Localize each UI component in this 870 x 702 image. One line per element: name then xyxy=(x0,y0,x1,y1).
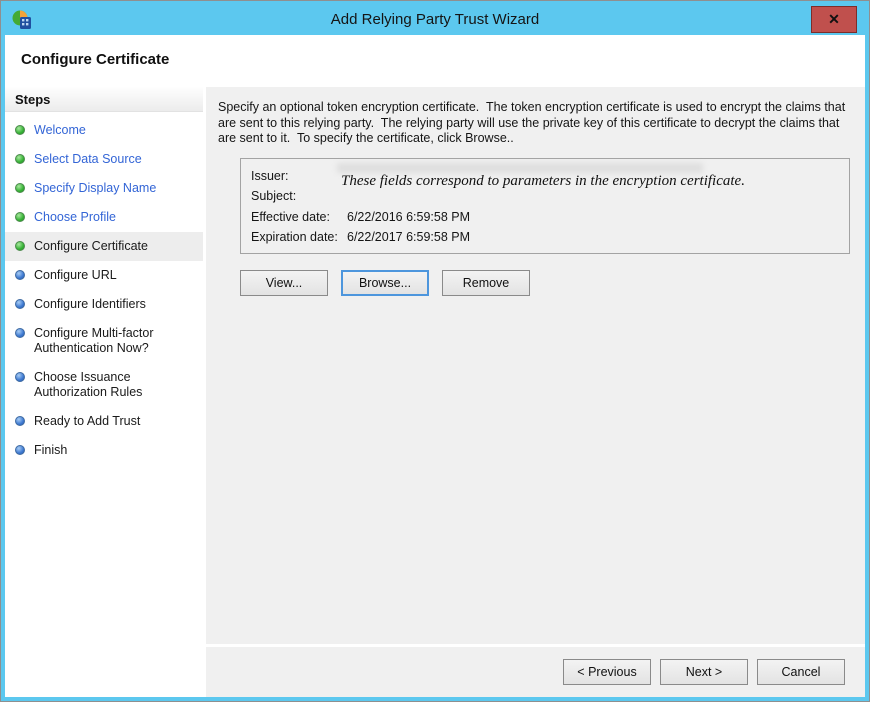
certificate-actions: View... Browse... Remove xyxy=(240,270,853,296)
page-header: Configure Certificate xyxy=(5,35,865,87)
steps-header: Steps xyxy=(5,87,203,112)
wizard-footer: < Previous Next > Cancel xyxy=(206,647,865,697)
window-title: Add Relying Party Trust Wizard xyxy=(5,11,865,28)
step-configure-url: Configure URL xyxy=(5,261,203,290)
view-button[interactable]: View... xyxy=(240,270,328,296)
step-finish: Finish xyxy=(5,436,203,465)
step-done-dot xyxy=(15,125,25,135)
step-done-dot xyxy=(15,183,25,193)
step-specify-display-name: Specify Display Name xyxy=(5,174,203,203)
step-todo-dot xyxy=(15,270,25,280)
cert-field-expiration-date: Expiration date: 6/22/2017 6:59:58 PM xyxy=(251,227,839,248)
certificate-details-box: Issuer: Subject: Effective date: 6/22/20… xyxy=(240,158,850,254)
step-select-data-source: Select Data Source xyxy=(5,145,203,174)
close-button[interactable]: ✕ xyxy=(811,6,857,33)
titlebar: Add Relying Party Trust Wizard ✕ xyxy=(5,5,865,35)
step-todo-dot xyxy=(15,328,25,338)
step-todo-dot xyxy=(15,299,25,309)
step-todo-dot xyxy=(15,416,25,426)
step-choose-issuance-rules: Choose Issuance Authorization Rules xyxy=(5,363,203,407)
handwritten-annotation: These fields correspond to parameters in… xyxy=(341,172,841,191)
step-configure-certificate: Configure Certificate xyxy=(5,232,203,261)
step-todo-dot xyxy=(15,445,25,455)
step-content-panel: Specify an optional token encryption cer… xyxy=(206,87,865,644)
browse-button[interactable]: Browse... xyxy=(341,270,429,296)
step-ready-to-add-trust: Ready to Add Trust xyxy=(5,407,203,436)
steps-list: Welcome Select Data Source Specify Displ… xyxy=(5,112,203,465)
step-description: Specify an optional token encryption cer… xyxy=(218,100,853,147)
step-choose-profile: Choose Profile xyxy=(5,203,203,232)
previous-button[interactable]: < Previous xyxy=(563,659,651,685)
step-done-dot xyxy=(15,212,25,222)
cert-field-effective-date: Effective date: 6/22/2016 6:59:58 PM xyxy=(251,207,839,228)
step-done-dot xyxy=(15,154,25,164)
remove-button[interactable]: Remove xyxy=(442,270,530,296)
step-welcome: Welcome xyxy=(5,116,203,145)
step-todo-dot xyxy=(15,372,25,382)
cancel-button[interactable]: Cancel xyxy=(757,659,845,685)
step-current-dot xyxy=(15,241,25,251)
window-body: Configure Certificate Steps Welcome Sele… xyxy=(5,35,865,697)
page-title: Configure Certificate xyxy=(21,51,865,68)
steps-sidebar: Steps Welcome Select Data Source Specify… xyxy=(5,87,203,697)
next-button[interactable]: Next > xyxy=(660,659,748,685)
step-configure-mfa: Configure Multi-factor Authentication No… xyxy=(5,319,203,363)
close-icon: ✕ xyxy=(828,11,840,28)
step-configure-identifiers: Configure Identifiers xyxy=(5,290,203,319)
wizard-window: Add Relying Party Trust Wizard ✕ Configu… xyxy=(0,0,870,702)
